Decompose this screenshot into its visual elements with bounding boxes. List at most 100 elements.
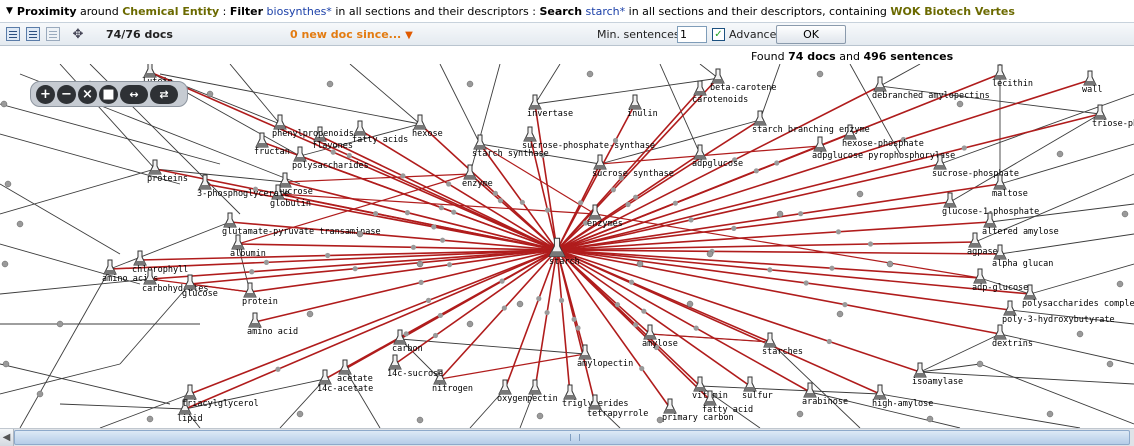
graph-node-label[interactable]: amylopectin	[577, 359, 633, 369]
flask-icon[interactable]	[148, 159, 162, 175]
graph-node-label[interactable]: albumin	[230, 249, 266, 259]
graph-node-label[interactable]: hexose	[412, 129, 443, 139]
graph-node-label[interactable]: enzymes	[587, 219, 623, 229]
flask-icon[interactable]	[693, 376, 707, 392]
flask-icon[interactable]	[473, 134, 487, 150]
graph-endpoint-dot[interactable]	[856, 190, 864, 198]
flask-icon[interactable]	[693, 80, 707, 96]
graph-endpoint-dot[interactable]	[816, 70, 824, 78]
table-view-icon[interactable]	[26, 27, 40, 41]
graph-node-label[interactable]: altered amylose	[982, 227, 1059, 237]
flask-icon[interactable]	[198, 174, 212, 190]
stop-icon[interactable]: ■	[99, 84, 118, 104]
flask-icon[interactable]	[528, 379, 542, 395]
containing-term[interactable]: WOK Biotech Vertes	[890, 5, 1015, 18]
graph-endpoint-dot[interactable]	[16, 220, 24, 228]
graph-node-label[interactable]: adpglucose pyrophosphorylase	[812, 151, 955, 161]
search-term[interactable]: starch*	[586, 5, 626, 18]
graph-node-label[interactable]: starch synthase	[472, 149, 549, 159]
triangle-down-icon[interactable]: ▼	[6, 6, 13, 16]
graph-node-label[interactable]: enzyme	[462, 179, 493, 189]
graph-node-label[interactable]: hexose-phosphate	[842, 139, 924, 149]
graph-endpoint-dot[interactable]	[886, 260, 894, 268]
graph-node-label[interactable]: flavones	[312, 141, 353, 151]
graph-node-label[interactable]: tetrapyrrole	[587, 409, 648, 419]
graph-node-label[interactable]: agpase	[967, 247, 998, 257]
graph-node-label[interactable]: maltose	[992, 189, 1028, 199]
graph-node-label[interactable]: inulin	[627, 109, 658, 119]
proximity-graph[interactable]: beta-carotenecarotenoidsluteininvertasei…	[0, 64, 1134, 428]
graph-node-label[interactable]: oxygen	[497, 394, 528, 404]
flask-icon[interactable]	[1093, 104, 1107, 120]
graph-node-label[interactable]: high-amylose	[872, 399, 933, 409]
graph-node-label[interactable]: sulfur	[742, 391, 773, 401]
graph-node-label[interactable]: carotenoids	[692, 95, 748, 105]
graph-endpoint-dot[interactable]	[1056, 150, 1064, 158]
graph-node-label[interactable]: polysaccharides	[292, 161, 369, 171]
collapse-icon[interactable]: ⇄	[150, 84, 178, 104]
graph-node-label[interactable]: sucrose synthase	[592, 169, 674, 179]
advanced-checkbox[interactable]: ✓	[712, 28, 725, 41]
graph-node-label[interactable]: starches	[762, 347, 803, 357]
graph-endpoint-dot[interactable]	[1116, 280, 1124, 288]
new-docs-dropdown[interactable]: 0 new doc since... ▼	[290, 28, 413, 41]
graph-endpoint-dot[interactable]	[956, 100, 964, 108]
graph-endpoint-dot[interactable]	[796, 410, 804, 418]
flask-icon[interactable]	[1083, 70, 1097, 86]
zoom-reset-icon[interactable]: ×	[78, 84, 97, 104]
graph-node-label[interactable]: glutamate-pyruvate transaminase	[222, 227, 381, 237]
graph-node-label[interactable]: nitrogen	[432, 384, 473, 394]
horizontal-scrollbar[interactable]: ◀	[0, 428, 1134, 446]
graph-endpoint-dot[interactable]	[4, 180, 12, 188]
graph-node-label[interactable]: dextrins	[992, 339, 1033, 349]
graph-endpoint-dot[interactable]	[536, 412, 544, 420]
graph-endpoint-dot[interactable]	[416, 416, 424, 424]
graph-node-label[interactable]: 3-phosphoglycerate	[197, 189, 289, 199]
flask-icon[interactable]	[523, 126, 537, 142]
graph-node-label[interactable]: beta-carotene	[710, 83, 777, 93]
flask-icon[interactable]	[1003, 300, 1017, 316]
graph-endpoint-dot[interactable]	[0, 100, 8, 108]
graph-node-label[interactable]: protein	[242, 297, 278, 307]
graph-node-label[interactable]: fatty acids	[352, 135, 408, 145]
graph-endpoint-dot[interactable]	[326, 80, 334, 88]
graph-endpoint-dot[interactable]	[56, 320, 64, 328]
graph-endpoint-dot[interactable]	[706, 250, 714, 258]
graph-node-label[interactable]: 14c-sucrose	[387, 369, 443, 379]
flask-icon[interactable]	[231, 234, 245, 250]
ok-button[interactable]: OK	[776, 25, 846, 44]
flask-icon[interactable]	[498, 379, 512, 395]
flask-icon[interactable]	[223, 212, 237, 228]
flask-icon[interactable]	[993, 324, 1007, 340]
graph-node-label[interactable]: debranched amylopectins	[872, 91, 990, 101]
graph-endpoint-dot[interactable]	[656, 416, 664, 424]
flask-icon[interactable]	[973, 268, 987, 284]
graph-node-label[interactable]: starch branching enzyme	[752, 125, 870, 135]
graph-endpoint-dot[interactable]	[146, 415, 154, 423]
graph-node-label[interactable]: phenylpropenoids	[272, 129, 354, 139]
graph-endpoint-dot[interactable]	[836, 310, 844, 318]
graph-node-label[interactable]: amylose	[642, 339, 678, 349]
graph-endpoint-dot[interactable]	[36, 390, 44, 398]
graph-endpoint-dot[interactable]	[1046, 410, 1054, 418]
flask-icon[interactable]	[711, 68, 725, 84]
graph-node-label[interactable]: poly-3-hydroxybutyrate	[1002, 315, 1115, 325]
flask-icon[interactable]	[133, 250, 147, 266]
graph-node-label[interactable]: adpglucose	[692, 159, 743, 169]
graph-node-label[interactable]: adp-glucose	[972, 283, 1028, 293]
graph-node-label[interactable]: isoamylase	[912, 377, 963, 387]
zoom-in-icon[interactable]: +	[36, 84, 55, 104]
graph-endpoint-dot[interactable]	[1106, 360, 1114, 368]
graph-canvas[interactable]: beta-carotenecarotenoidsluteininvertasei…	[0, 64, 1134, 428]
graph-node-label[interactable]: carbon	[392, 344, 423, 354]
graph-node-label[interactable]: lipid	[177, 414, 203, 424]
filter-term[interactable]: biosynthes*	[267, 5, 332, 18]
graph-node-label[interactable]: proteins	[147, 174, 188, 184]
min-sentences-input[interactable]	[677, 26, 707, 43]
triangle-down-icon[interactable]: ▼	[405, 30, 413, 41]
graph-node-label[interactable]: arabinose	[802, 397, 848, 407]
flask-icon[interactable]	[248, 312, 262, 328]
flask-icon[interactable]	[413, 114, 427, 130]
flask-icon[interactable]	[143, 64, 157, 78]
list-view-icon[interactable]	[6, 27, 20, 41]
